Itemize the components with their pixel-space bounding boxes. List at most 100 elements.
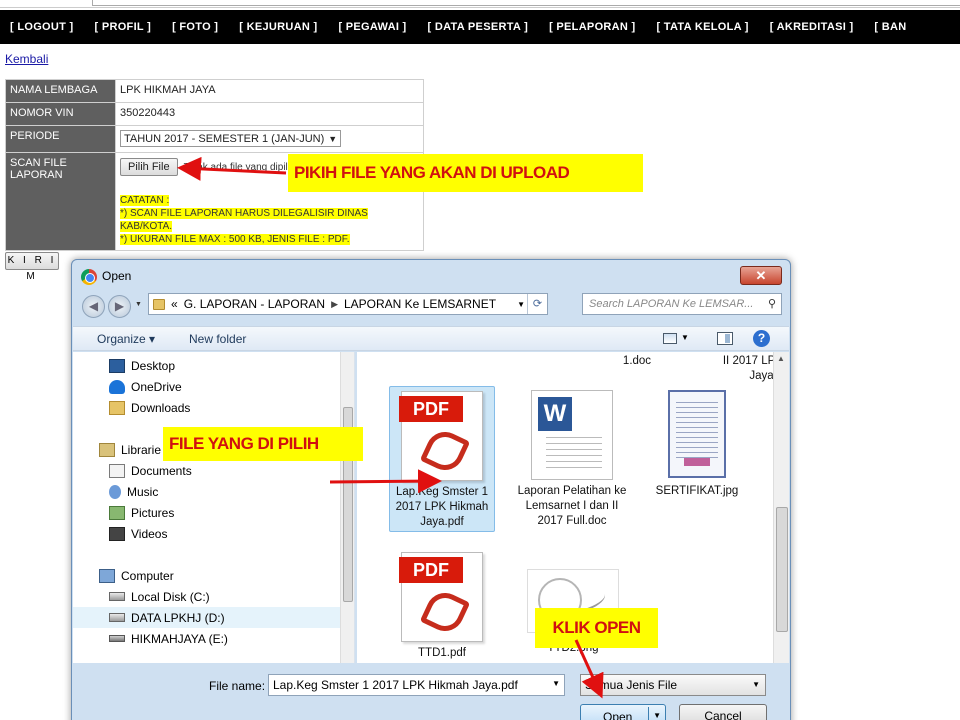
nav-downloads-label: Downloads [131, 400, 191, 415]
nav-videos-label: Videos [131, 526, 168, 541]
search-input[interactable]: Search LAPORAN Ke LEMSAR... ⚲ [582, 293, 782, 315]
file-name: Lap.Keg Smster 1 2017 LPK Hikmah Jaya.pd… [395, 486, 489, 528]
address-bar[interactable]: « G. LAPORAN - LAPORAN ▶ LAPORAN Ke LEMS… [148, 293, 548, 315]
nav-e-drive-label: HIKMAHJAYA (E:) [131, 631, 228, 646]
annotation-selected-file: FILE YANG DI PILIH [163, 427, 363, 461]
chevron-down-icon: ▼ [328, 134, 338, 144]
nav-computer-label: Computer [121, 568, 174, 583]
nav-pelaporan[interactable]: [ PELAPORAN ] [549, 21, 635, 33]
chevron-down-icon: ▼ [752, 680, 760, 689]
nav-foto[interactable]: [ FOTO ] [172, 21, 218, 33]
search-placeholder: Search LAPORAN Ke LEMSAR... [589, 298, 754, 310]
periode-select[interactable]: TAHUN 2017 - SEMESTER 1 (JAN-JUN) ▼ [120, 130, 342, 147]
navigation-scrollbar[interactable] [340, 352, 354, 663]
refresh-icon[interactable]: ⟳ [527, 294, 547, 314]
view-options-dropdown-icon[interactable]: ▼ [681, 333, 689, 342]
help-icon[interactable]: ? [753, 330, 770, 347]
nomor-vin-label: NOMOR VIN [5, 102, 116, 126]
acrobat-logo-icon [419, 586, 471, 638]
search-icon: ⚲ [767, 298, 776, 310]
nav-kejuruan[interactable]: [ KEJURUAN ] [239, 21, 317, 33]
change-view-icon[interactable] [663, 333, 677, 344]
nav-akreditasi[interactable]: [ AKREDITASI ] [770, 21, 854, 33]
open-button[interactable]: Open ▼ [580, 704, 666, 720]
file-item[interactable]: W Laporan Pelatihan ke Lemsarnet I dan I… [517, 390, 627, 529]
documents-icon [109, 463, 125, 478]
forward-arrow-icon[interactable]: ▶ [108, 295, 131, 318]
nav-onedrive-label: OneDrive [131, 379, 182, 394]
chrome-icon [81, 269, 97, 285]
breadcrumb-g-laporan[interactable]: G. LAPORAN - LAPORAN [184, 297, 325, 311]
hard-drive-icon [109, 592, 125, 601]
nav-documents[interactable]: Documents [73, 460, 341, 481]
file-list-scrollbar[interactable]: ▲ [773, 352, 789, 663]
nav-pictures[interactable]: Pictures [73, 502, 341, 523]
pdf-file-icon: PDF [399, 391, 483, 481]
nav-documents-label: Documents [131, 463, 192, 478]
nav-data-drive-label: DATA LPKHJ (D:) [131, 610, 225, 625]
breadcrumb-overflow[interactable]: « [171, 297, 178, 311]
organize-menu[interactable]: Organize ▾ [97, 332, 155, 346]
pictures-icon [109, 505, 125, 520]
nav-data-peserta[interactable]: [ DATA PESERTA ] [428, 21, 529, 33]
back-arrow-icon[interactable]: ◀ [82, 295, 105, 318]
nav-music[interactable]: Music [73, 481, 341, 502]
nav-downloads[interactable]: Downloads [73, 397, 341, 418]
nav-desktop[interactable]: Desktop [73, 355, 341, 376]
nav-music-label: Music [127, 484, 159, 499]
breadcrumb-separator-icon[interactable]: ▶ [331, 299, 338, 310]
nav-onedrive[interactable]: OneDrive [73, 376, 341, 397]
new-folder-button[interactable]: New folder [189, 332, 246, 346]
file-item[interactable]: 1.doc [597, 354, 677, 369]
periode-label: PERIODE [5, 125, 116, 153]
usb-drive-icon [109, 635, 125, 642]
recent-locations-dropdown-icon[interactable]: ▼ [135, 301, 142, 308]
nav-ban[interactable]: [ BAN [874, 21, 906, 33]
catatan-line-2: *) UKURAN FILE MAX : 500 KB, JENIS FILE … [120, 234, 350, 245]
image-thumbnail-icon [668, 390, 726, 478]
main-nav: [ LOGOUT ] [ PROFIL ] [ FOTO ] [ KEJURUA… [0, 10, 960, 44]
nama-lembaga-label: NAMA LEMBAGA [5, 79, 116, 103]
nav-tata-kelola[interactable]: [ TATA KELOLA ] [656, 21, 748, 33]
back-link[interactable]: Kembali [5, 52, 48, 66]
folder-icon [153, 298, 165, 310]
chevron-down-icon[interactable]: ▼ [653, 711, 661, 720]
address-strip [92, 0, 960, 6]
chevron-down-icon[interactable]: ▼ [552, 679, 560, 688]
address-dropdown-icon[interactable]: ▼ [517, 300, 525, 309]
nav-computer[interactable]: Computer [73, 565, 341, 586]
split-divider [648, 707, 649, 720]
nav-local-disk[interactable]: Local Disk (C:) [73, 586, 341, 607]
navigation-pane: Desktop OneDrive Downloads Librarie Docu… [73, 352, 355, 663]
nav-videos[interactable]: Videos [73, 523, 341, 544]
nav-data-drive[interactable]: DATA LPKHJ (D:) [73, 607, 341, 628]
pdf-badge: PDF [399, 557, 463, 583]
cancel-button[interactable]: Cancel [679, 704, 767, 720]
file-name-input[interactable]: Lap.Keg Smster 1 2017 LPK Hikmah Jaya.pd… [268, 674, 565, 696]
close-button[interactable]: ✕ [740, 266, 782, 285]
dialog-titlebar: Open ✕ [72, 260, 790, 290]
scroll-up-icon[interactable]: ▲ [777, 354, 785, 363]
nav-logout[interactable]: [ LOGOUT ] [10, 21, 74, 33]
kirim-button[interactable]: K I R I M [5, 252, 59, 282]
pdf-badge: PDF [399, 396, 463, 422]
nav-pegawai[interactable]: [ PEGAWAI ] [338, 21, 406, 33]
file-list-scrollbar-thumb[interactable] [776, 507, 788, 632]
hard-drive-icon [109, 613, 125, 622]
onedrive-icon [109, 379, 125, 394]
file-type-select[interactable]: Semua Jenis File ▼ [580, 674, 766, 696]
music-icon [109, 484, 121, 499]
choose-file-button[interactable]: Pilih File [120, 158, 178, 176]
file-item[interactable]: SERTIFIKAT.jpg [647, 390, 747, 499]
file-item[interactable]: PDF TTD1.pdf [399, 552, 485, 661]
nav-e-drive[interactable]: HIKMAHJAYA (E:) [73, 628, 341, 649]
libraries-icon [99, 442, 115, 457]
file-item-selected[interactable]: PDF Lap.Keg Smster 1 2017 LPK Hikmah Jay… [389, 386, 495, 532]
acrobat-logo-icon [419, 425, 471, 477]
nav-profil[interactable]: [ PROFIL ] [95, 21, 152, 33]
breadcrumb-laporan-lemsarnet[interactable]: LAPORAN Ke LEMSARNET [344, 297, 496, 311]
preview-pane-icon[interactable] [717, 332, 733, 345]
annotation-click-open: KLIK OPEN [535, 608, 658, 648]
pdf-file-icon: PDF [399, 552, 483, 642]
document-lines [546, 437, 602, 473]
